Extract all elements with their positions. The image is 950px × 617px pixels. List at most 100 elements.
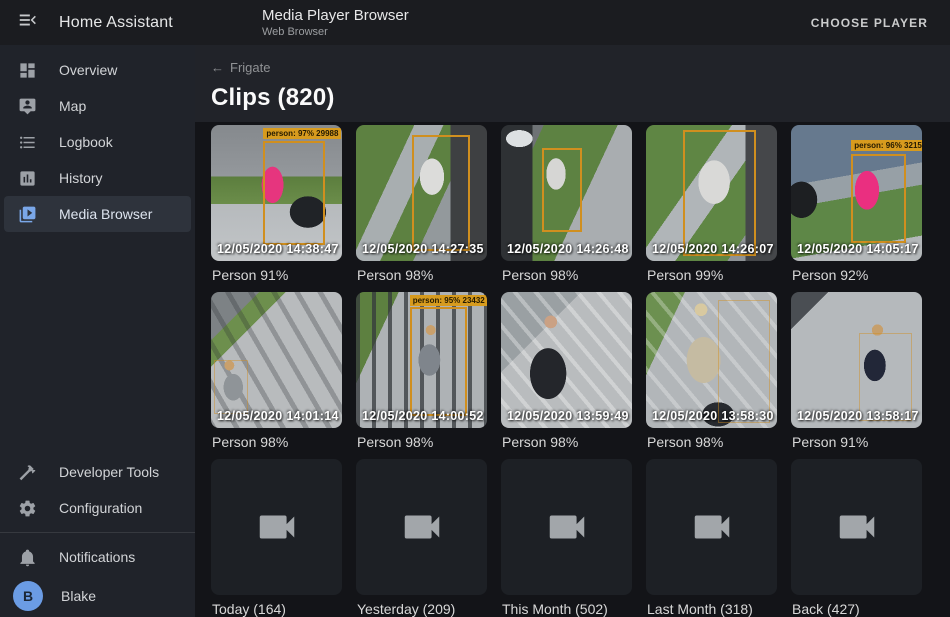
folder-label: Back (427) [792, 601, 922, 617]
choose-player-button[interactable]: CHOOSE PLAYER [805, 8, 934, 38]
sidebar-toggle-button[interactable] [16, 11, 40, 35]
clip-timestamp: 12/05/2020 14:27:35 [362, 242, 484, 256]
player-title: Media Player Browser [262, 7, 805, 24]
clip-cell: person: 97% 29988 12/05/2020 14:38:47 Pers… [211, 125, 342, 292]
media-browser-icon [17, 204, 37, 224]
clip-timestamp: 12/05/2020 13:59:49 [507, 409, 629, 423]
detection-box [718, 300, 770, 422]
folder-label: Last Month (318) [647, 601, 777, 617]
clip-caption: Person 99% [647, 267, 777, 283]
clip-caption: Person 98% [212, 434, 342, 450]
folder-cell: Back (427) [791, 459, 922, 617]
page-title: Clips (820) [211, 84, 934, 112]
bell-icon [17, 547, 37, 567]
folder-card-back-427[interactable] [791, 459, 922, 595]
dashboard-icon [17, 60, 37, 80]
media-grid: person: 97% 29988 12/05/2020 14:38:47 Pers… [195, 122, 950, 617]
player-header: Media Player Browser Web Browser [195, 7, 805, 38]
detection-label: person: 97% 29988 [263, 128, 341, 139]
clip-thumbnail[interactable]: person: 96% 32154 12/05/2020 14:05:17 [791, 125, 922, 261]
folder-cell: Yesterday (209) [356, 459, 487, 617]
clip-timestamp: 12/05/2020 14:38:47 [217, 242, 339, 256]
clip-timestamp: 12/05/2020 14:01:14 [217, 409, 339, 423]
clip-timestamp: 12/05/2020 14:26:07 [652, 242, 774, 256]
home-assistant-app: Home Assistant Media Player Browser Web … [0, 0, 950, 617]
sidebar-item-overview[interactable]: Overview [4, 52, 191, 88]
sidebar-item-label: Overview [59, 62, 117, 78]
folder-cell: This Month (502) [501, 459, 632, 617]
clip-thumbnail[interactable]: 12/05/2020 14:26:48 [501, 125, 632, 261]
app-title: Home Assistant [59, 14, 173, 32]
sidebar-item-notifications[interactable]: Notifications [4, 539, 191, 575]
clip-thumbnail[interactable]: 12/05/2020 14:26:07 [646, 125, 777, 261]
sidebar-item-label: Logbook [59, 134, 113, 150]
sidebar-item-media-browser[interactable]: Media Browser [4, 196, 191, 232]
clip-caption: Person 98% [357, 267, 487, 283]
detection-label: person: 96% 32154 [851, 140, 922, 151]
sidebar-item-label: Configuration [59, 500, 142, 516]
sidebar-item-map[interactable]: Map [4, 88, 191, 124]
detection-box [214, 360, 248, 414]
sidebar-item-label: Developer Tools [59, 464, 159, 480]
clip-thumbnail[interactable]: 12/05/2020 13:59:49 [501, 292, 632, 428]
top-app-bar: Home Assistant Media Player Browser Web … [0, 0, 950, 45]
sidebar: Overview Map Logbook History Media Browser D… [0, 45, 195, 617]
clip-thumbnail[interactable]: 12/05/2020 14:01:14 [211, 292, 342, 428]
clip-timestamp: 12/05/2020 14:05:17 [797, 242, 919, 256]
clip-thumbnail[interactable]: person: 97% 29988 12/05/2020 14:38:47 [211, 125, 342, 261]
menu-open-icon [17, 9, 39, 36]
breadcrumb-back-frigate[interactable]: ← Frigate [211, 60, 270, 75]
sidebar-item-label: Map [59, 98, 86, 114]
clip-caption: Person 91% [212, 267, 342, 283]
folder-card-yesterday-209[interactable] [356, 459, 487, 595]
user-name: Blake [61, 588, 96, 604]
logbook-list-icon [17, 132, 37, 152]
detection-label: person: 95% 23432 [410, 295, 487, 306]
sidebar-item-history[interactable]: History [4, 160, 191, 196]
media-browser-content: ← Frigate Clips (820) person: 97% 29988 1… [195, 45, 950, 617]
folder-card-this-month-502[interactable] [501, 459, 632, 595]
avatar: B [13, 581, 43, 611]
clip-cell: 12/05/2020 13:58:30Person 98% [646, 292, 777, 459]
sidebar-item-label: History [59, 170, 103, 186]
hammer-icon [17, 462, 37, 482]
clip-thumbnail[interactable]: 12/05/2020 14:27:35 [356, 125, 487, 261]
sidebar-item-configuration[interactable]: Configuration [4, 490, 191, 526]
clip-timestamp: 12/05/2020 13:58:17 [797, 409, 919, 423]
detection-box [412, 135, 470, 252]
folder-card-today-164[interactable] [211, 459, 342, 595]
folder-card-last-month-318[interactable] [646, 459, 777, 595]
history-chart-icon [17, 168, 37, 188]
breadcrumb-label: Frigate [230, 60, 270, 75]
folder-label: This Month (502) [502, 601, 632, 617]
clip-caption: Person 91% [792, 434, 922, 450]
detection-box [859, 333, 911, 421]
clip-cell: 12/05/2020 13:58:17 Person 91% [791, 292, 922, 459]
content-header: ← Frigate Clips (820) [195, 45, 950, 122]
folder-cell: Last Month (318) [646, 459, 777, 617]
clip-timestamp: 12/05/2020 13:58:30 [652, 409, 774, 423]
video-camera-icon [254, 504, 300, 550]
clip-thumbnail[interactable]: 12/05/2020 13:58:17 [791, 292, 922, 428]
sidebar-item-user[interactable]: B Blake [4, 575, 191, 617]
folder-label: Yesterday (209) [357, 601, 487, 617]
clip-caption: Person 92% [792, 267, 922, 283]
video-camera-icon [689, 504, 735, 550]
clip-caption: Person 98% [357, 434, 487, 450]
folder-cell: Today (164) [211, 459, 342, 617]
clip-cell: person: 95% 2343212/05/2020 14:00:52 Pers… [356, 292, 487, 459]
sidebar-item-logbook[interactable]: Logbook [4, 124, 191, 160]
sidebar-tools-list: Developer Tools Configuration [0, 454, 195, 526]
detection-box [263, 141, 325, 244]
video-camera-icon [834, 504, 880, 550]
clip-cell: 12/05/2020 14:26:48Person 98% [501, 125, 632, 292]
folder-label: Today (164) [212, 601, 342, 617]
map-person-icon [17, 96, 37, 116]
clip-cell: 12/05/2020 13:59:49Person 98% [501, 292, 632, 459]
sidebar-divider [0, 532, 195, 533]
sidebar-item-label: Media Browser [59, 206, 152, 222]
sidebar-item-developer-tools[interactable]: Developer Tools [4, 454, 191, 490]
player-subtitle: Web Browser [262, 26, 805, 38]
clip-thumbnail[interactable]: person: 95% 2343212/05/2020 14:00:52 [356, 292, 487, 428]
clip-thumbnail[interactable]: 12/05/2020 13:58:30 [646, 292, 777, 428]
